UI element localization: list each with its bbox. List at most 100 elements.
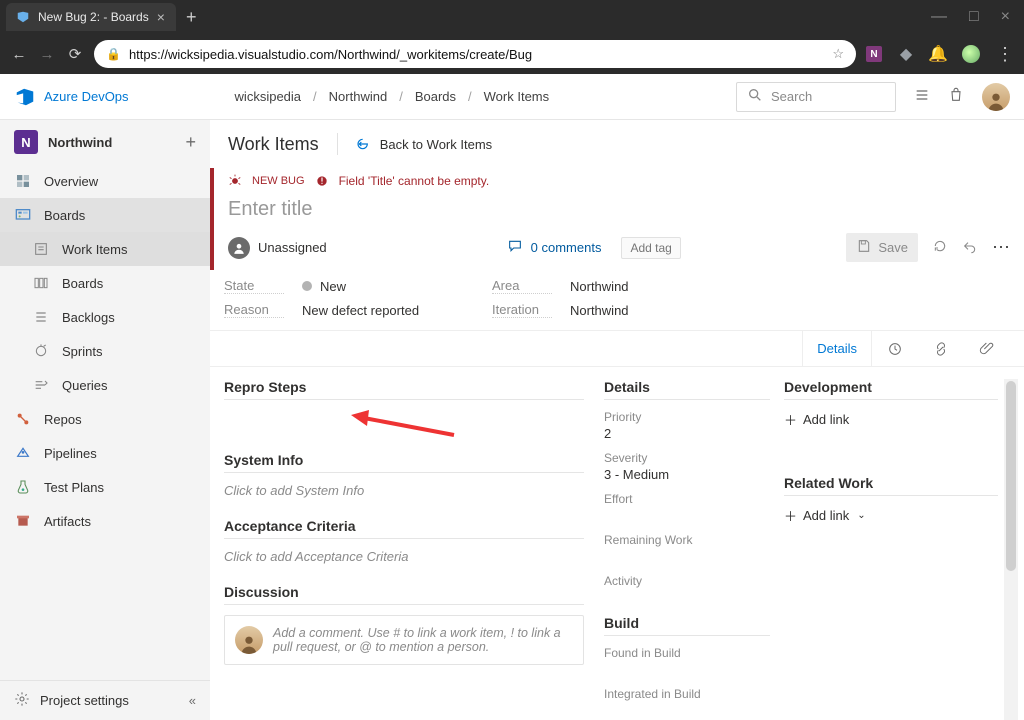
boards-sub-icon — [32, 274, 50, 292]
extension-bell-icon[interactable]: 🔔 — [930, 46, 946, 62]
more-actions-icon[interactable]: ⋯ — [992, 237, 1010, 258]
iteration-value[interactable]: Northwind — [570, 303, 720, 318]
back-to-work-items-link[interactable]: Back to Work Items — [356, 136, 492, 152]
window-maximize-icon[interactable]: □ — [969, 8, 979, 26]
discussion-input[interactable]: Add a comment. Use # to link a work item… — [224, 615, 584, 665]
onenote-extension-icon[interactable]: N — [866, 46, 882, 62]
sidebar-item-artifacts[interactable]: Artifacts — [0, 504, 210, 538]
section-development: Development — [784, 379, 998, 395]
remaining-work-value[interactable] — [604, 549, 770, 564]
azure-devops-icon — [14, 86, 36, 108]
system-info-placeholder[interactable]: Click to add System Info — [224, 483, 584, 498]
azure-favicon-icon — [16, 10, 30, 24]
close-tab-icon[interactable]: × — [157, 9, 165, 25]
section-acceptance-criteria: Acceptance Criteria — [224, 518, 584, 534]
iteration-label: Iteration — [492, 302, 552, 318]
profile-avatar-icon[interactable] — [962, 45, 980, 63]
add-dev-link-button[interactable]: ＋Add link — [784, 410, 998, 429]
activity-value[interactable] — [604, 590, 770, 605]
artifacts-icon — [14, 512, 32, 530]
found-in-build-value[interactable] — [604, 662, 770, 677]
project-badge: N — [14, 130, 38, 154]
acceptance-placeholder[interactable]: Click to add Acceptance Criteria — [224, 549, 584, 564]
breadcrumb-area[interactable]: Boards — [415, 89, 456, 104]
sidebar-item-label: Repos — [44, 412, 82, 427]
pipelines-icon — [14, 444, 32, 462]
sidebar-item-label: Test Plans — [44, 480, 104, 495]
window-minimize-icon[interactable]: — — [931, 8, 947, 26]
test-plans-icon — [14, 478, 32, 496]
undo-icon[interactable] — [962, 238, 978, 257]
shopping-bag-icon[interactable] — [948, 87, 964, 106]
tab-links[interactable] — [918, 330, 964, 366]
reason-label: Reason — [224, 302, 284, 318]
breadcrumb-project[interactable]: Northwind — [329, 89, 388, 104]
global-search-input[interactable]: Search — [736, 82, 896, 112]
section-repro-steps: Repro Steps — [224, 379, 584, 395]
work-items-icon — [32, 240, 50, 258]
sidebar-item-pipelines[interactable]: Pipelines — [0, 436, 210, 470]
assignee-picker[interactable]: Unassigned — [228, 237, 327, 259]
breadcrumb-page[interactable]: Work Items — [484, 89, 550, 104]
sidebar-item-queries[interactable]: Queries — [0, 368, 210, 402]
star-icon[interactable]: ☆ — [832, 46, 844, 62]
sidebar-item-backlogs[interactable]: Backlogs — [0, 300, 210, 334]
sidebar-item-label: Boards — [62, 276, 103, 291]
browser-tab[interactable]: New Bug 2: - Boards × — [6, 3, 176, 31]
azure-devops-logo[interactable]: Azure DevOps — [14, 86, 129, 108]
section-system-info: System Info — [224, 452, 584, 468]
priority-value[interactable]: 2 — [604, 426, 770, 441]
reason-value[interactable]: New defect reported — [302, 303, 452, 318]
integrated-in-build-value[interactable] — [604, 703, 770, 718]
nav-forward-icon[interactable]: → — [38, 46, 56, 63]
user-avatar[interactable] — [982, 83, 1010, 111]
sidebar-item-repos[interactable]: Repos — [0, 402, 210, 436]
window-close-icon[interactable]: × — [1001, 8, 1010, 26]
tab-details[interactable]: Details — [802, 330, 872, 366]
sidebar-item-label: Pipelines — [44, 446, 97, 461]
add-related-link-button[interactable]: ＋Add link⌄ — [784, 506, 998, 525]
refresh-icon[interactable] — [932, 238, 948, 257]
new-tab-button[interactable]: + — [176, 7, 207, 28]
project-name[interactable]: Northwind — [48, 135, 112, 150]
project-settings-link[interactable]: Project settings — [40, 693, 129, 708]
severity-value[interactable]: 3 - Medium — [604, 467, 770, 482]
comment-avatar-icon — [235, 626, 263, 654]
address-bar[interactable]: 🔒 https://wicksipedia.visualstudio.com/N… — [94, 40, 856, 68]
found-in-build-label: Found in Build — [604, 646, 770, 660]
comments-icon — [507, 238, 523, 257]
error-icon — [315, 174, 329, 188]
back-label: Back to Work Items — [380, 137, 492, 152]
add-tag-button[interactable]: Add tag — [621, 237, 680, 259]
vertical-scrollbar[interactable] — [1004, 379, 1018, 720]
remaining-work-label: Remaining Work — [604, 533, 770, 547]
comments-count[interactable]: 0 comments — [531, 240, 602, 255]
breadcrumb: wicksipedia / Northwind / Boards / Work … — [235, 89, 550, 104]
section-build: Build — [604, 615, 770, 631]
state-value[interactable]: New — [302, 279, 452, 294]
extension-icon[interactable]: ◆ — [898, 46, 914, 62]
area-value[interactable]: Northwind — [570, 279, 720, 294]
collapse-sidebar-icon[interactable]: « — [189, 693, 196, 708]
add-button[interactable]: + — [185, 132, 196, 153]
sidebar-item-test-plans[interactable]: Test Plans — [0, 470, 210, 504]
sidebar-item-boards[interactable]: Boards — [0, 266, 210, 300]
chevron-down-icon: ⌄ — [857, 510, 865, 521]
bug-title-input[interactable]: Enter title — [228, 198, 1010, 221]
bug-icon — [228, 174, 242, 188]
sidebar-item-label: Sprints — [62, 344, 102, 359]
nav-back-icon[interactable]: ← — [10, 46, 28, 63]
sidebar-item-sprints[interactable]: Sprints — [0, 334, 210, 368]
breadcrumb-org[interactable]: wicksipedia — [235, 89, 301, 104]
list-view-icon[interactable] — [914, 87, 930, 106]
save-button[interactable]: Save — [846, 233, 918, 262]
sidebar-item-work-items[interactable]: Work Items — [0, 232, 210, 266]
sidebar-item-boards-group[interactable]: Boards — [0, 198, 210, 232]
effort-value[interactable] — [604, 508, 770, 523]
sidebar-item-overview[interactable]: Overview — [0, 164, 210, 198]
nav-reload-icon[interactable]: ⟳ — [66, 45, 84, 63]
tab-attachments[interactable] — [964, 330, 1010, 366]
tab-history[interactable] — [872, 330, 918, 366]
sidebar-item-label: Boards — [44, 208, 85, 223]
browser-menu-icon[interactable]: ⋮ — [996, 44, 1014, 65]
